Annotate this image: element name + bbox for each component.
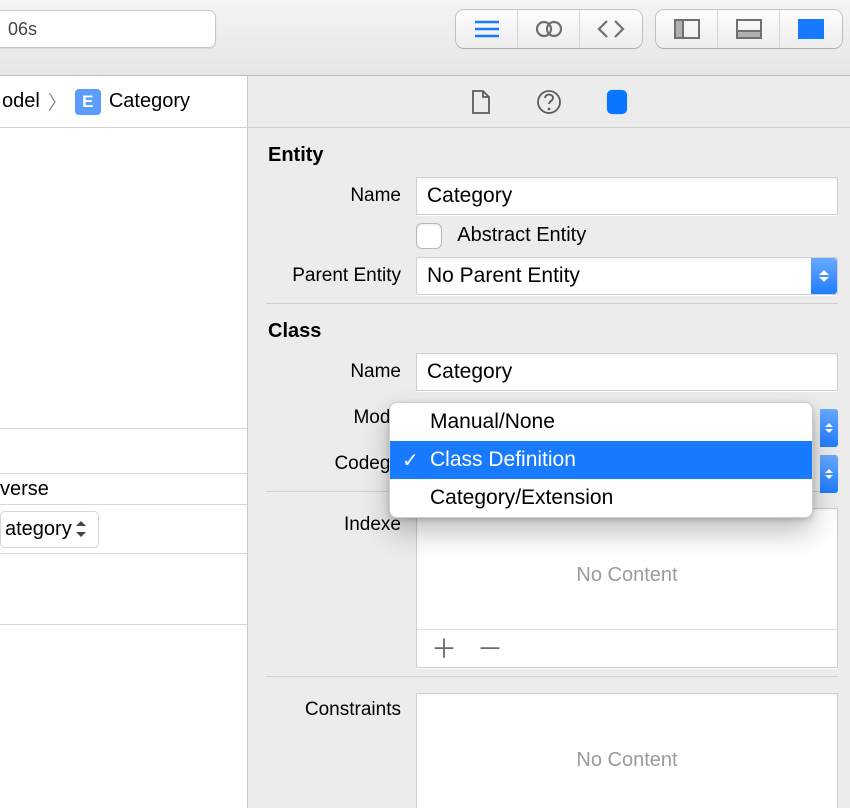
data-model-inspector-tab[interactable] <box>603 88 631 116</box>
window-toolbar: 06s <box>0 0 850 76</box>
main-area: verse ategory Entity Name Abstract Entit… <box>0 128 850 808</box>
file-inspector-tab[interactable] <box>467 88 495 116</box>
entity-name-label: Name <box>266 185 416 207</box>
relationship-target-value: ategory <box>5 518 72 541</box>
check-icon: ✓ <box>402 448 419 473</box>
breadcrumb-entity: Category <box>109 90 190 113</box>
class-section-title: Class <box>268 320 838 343</box>
codegen-option-category-extension[interactable]: Category/Extension <box>390 479 812 517</box>
panel-visibility-segmented <box>656 10 842 48</box>
class-name-label: Name <box>266 361 416 383</box>
breadcrumb-parent: odel <box>2 90 40 113</box>
version-editor-button[interactable] <box>580 10 642 48</box>
updown-caret-icon <box>820 455 838 493</box>
abstract-entity-checkbox[interactable] <box>416 223 442 249</box>
standard-editor-button[interactable] <box>456 10 518 48</box>
left-panel-toggle[interactable] <box>656 10 718 48</box>
constraints-label: Constraints <box>266 693 416 721</box>
updown-caret-icon <box>811 258 837 294</box>
constraints-placeholder: No Content <box>417 694 837 808</box>
menu-item-label: Manual/None <box>430 410 555 434</box>
right-panel-toggle[interactable] <box>780 10 842 48</box>
indexes-add-button[interactable]: ＋ <box>431 636 457 662</box>
codegen-option-manual[interactable]: Manual/None <box>390 403 812 441</box>
codegen-option-class-definition[interactable]: ✓ Class Definition <box>390 441 812 479</box>
indexes-remove-button[interactable]: － <box>477 636 503 662</box>
bottom-panel-toggle[interactable] <box>718 10 780 48</box>
parent-entity-popup[interactable]: No Parent Entity <box>416 257 838 295</box>
editor-mode-segmented <box>456 10 642 48</box>
search-input[interactable]: 06s <box>0 10 216 48</box>
menu-item-label: Category/Extension <box>430 486 613 510</box>
parent-entity-label: Parent Entity <box>266 265 416 287</box>
toolbar-right-cluster <box>456 10 842 48</box>
inspector-tabbar <box>248 76 850 128</box>
entity-name-field[interactable] <box>416 177 838 215</box>
relationship-target-popup[interactable]: ategory <box>0 511 99 548</box>
help-inspector-tab[interactable] <box>535 88 563 116</box>
menu-item-label: Class Definition <box>430 448 576 472</box>
assistant-editor-button[interactable] <box>518 10 580 48</box>
entity-badge-icon: E <box>75 89 101 115</box>
class-name-field[interactable] <box>416 353 838 391</box>
codegen-dropdown-menu: Manual/None ✓ Class Definition Category/… <box>389 402 813 518</box>
entity-section-title: Entity <box>268 144 838 167</box>
indexes-listbox[interactable]: No Content ＋ － <box>416 508 838 668</box>
editor-column: verse ategory <box>0 128 248 808</box>
constraints-listbox[interactable]: No Content ＋ － <box>416 693 838 808</box>
chevron-right-icon: 〉 <box>48 88 67 115</box>
search-text-fragment: 06s <box>8 19 37 40</box>
updown-caret-icon <box>76 520 88 538</box>
updown-caret-icon <box>820 409 838 447</box>
breadcrumb[interactable]: odel 〉 E Category <box>0 76 248 128</box>
relationships-header-fragment: verse <box>0 474 49 505</box>
parent-entity-value: No Parent Entity <box>427 264 580 288</box>
nav-row: odel 〉 E Category <box>0 76 850 128</box>
data-model-inspector: Entity Name Abstract Entity Parent Entit… <box>248 128 850 808</box>
abstract-entity-label: Abstract Entity <box>457 224 586 246</box>
